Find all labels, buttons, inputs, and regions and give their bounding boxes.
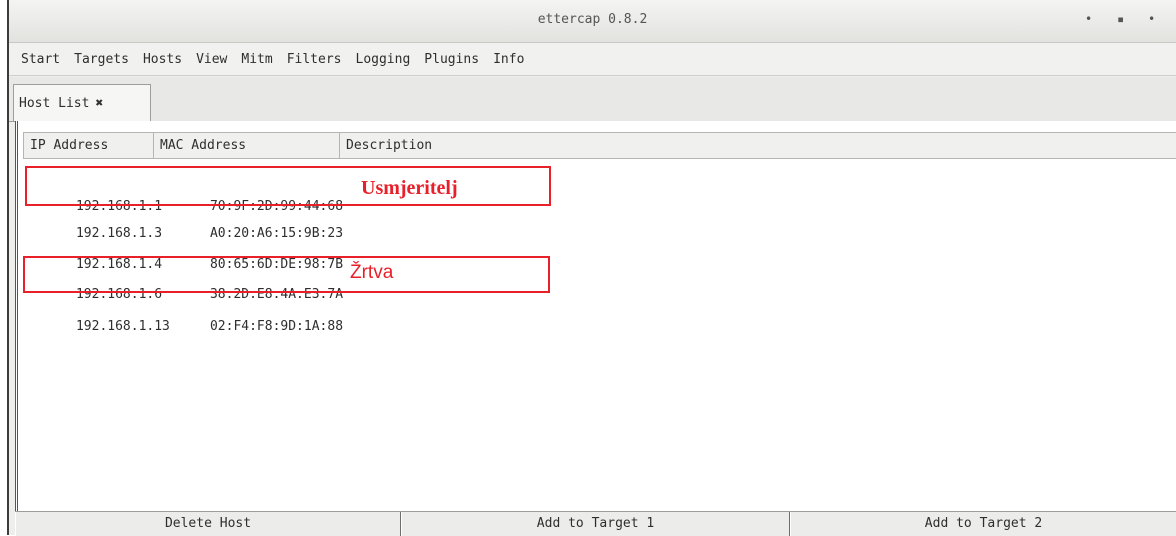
tab-close-icon[interactable]: ✖: [95, 96, 103, 111]
row-mac: 02:F4:F8:9D:1A:88: [209, 319, 344, 334]
menu-logging[interactable]: Logging: [349, 52, 418, 67]
victim-highlight-box: [23, 256, 550, 293]
close-icon[interactable]: •: [1148, 12, 1155, 26]
menu-plugins[interactable]: Plugins: [417, 52, 486, 67]
tab-bar: Host List ✖: [9, 77, 1176, 122]
title-bar[interactable]: ettercap 0.8.2 • ▪ •: [9, 0, 1176, 43]
menu-filters[interactable]: Filters: [280, 52, 349, 67]
add-to-target-2-button[interactable]: Add to Target 2: [790, 512, 1176, 536]
table-row[interactable]: 192.168.1.4 80:65:6D:DE:98:7B: [29, 229, 343, 272]
router-highlight-box: [25, 166, 551, 206]
column-header-description[interactable]: Description: [340, 132, 1176, 159]
column-header-mac[interactable]: MAC Address: [154, 132, 340, 159]
left-window-edge: [0, 0, 9, 535]
tab-label: Host List: [19, 95, 90, 111]
router-annotation-label: Usmjeritelj: [361, 177, 458, 199]
minimize-icon[interactable]: •: [1085, 12, 1092, 26]
tab-host-list[interactable]: Host List ✖: [13, 84, 151, 121]
row-ip: 192.168.1.13: [75, 319, 170, 334]
menu-view[interactable]: View: [189, 52, 234, 67]
victim-annotation-label: Žrtva: [350, 262, 394, 283]
menu-hosts[interactable]: Hosts: [136, 52, 189, 67]
menu-bar: Start Targets Hosts View Mitm Filters Lo…: [9, 43, 1176, 76]
menu-info[interactable]: Info: [486, 52, 531, 67]
maximize-icon[interactable]: ▪: [1117, 12, 1124, 26]
ettercap-window: ettercap 0.8.2 • ▪ • Start Targets Hosts…: [9, 0, 1176, 536]
action-button-bar: Delete Host Add to Target 1 Add to Targe…: [15, 511, 1176, 536]
delete-host-button[interactable]: Delete Host: [15, 512, 401, 536]
table-row[interactable]: 192.168.1.13 02:F4:F8:9D:1A:88: [29, 291, 343, 334]
menu-mitm[interactable]: Mitm: [234, 52, 279, 67]
window-title: ettercap 0.8.2: [537, 12, 648, 27]
menu-targets[interactable]: Targets: [67, 52, 136, 67]
add-to-target-1-button[interactable]: Add to Target 1: [401, 512, 790, 536]
column-header-ip[interactable]: IP Address: [23, 132, 154, 159]
menu-start[interactable]: Start: [14, 52, 67, 67]
